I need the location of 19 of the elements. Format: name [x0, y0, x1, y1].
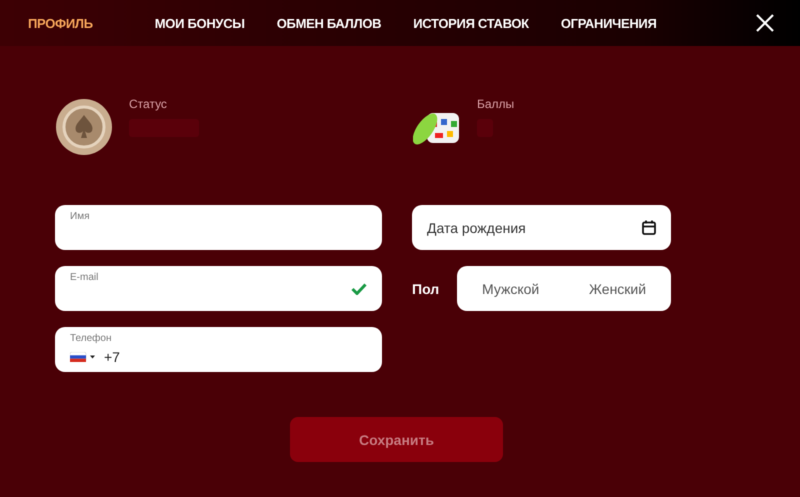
phone-prefix: +7 — [104, 349, 120, 365]
name-field[interactable]: Имя — [55, 205, 382, 250]
phone-field[interactable]: Телефон +7 — [55, 327, 382, 372]
tab[interactable]: ПРОФИЛЬ — [28, 16, 93, 30]
points-label: Баллы — [477, 97, 514, 111]
birthdate-field[interactable]: Дата рождения — [412, 205, 671, 250]
tab[interactable]: ОБМЕН БАЛЛОВ — [276, 16, 382, 30]
poker-chip-icon — [55, 98, 113, 156]
email-field[interactable]: E-mail — [55, 266, 382, 311]
tab[interactable]: ИСТОРИЯ СТАВОК — [413, 16, 529, 30]
gender-label: Пол — [412, 280, 440, 296]
gender-option[interactable]: Мужской — [457, 266, 564, 311]
status-label: Статус — [129, 97, 168, 111]
calendar-icon — [642, 220, 656, 235]
gender-option[interactable]: Женский — [564, 266, 671, 311]
close-icon[interactable] — [756, 14, 774, 32]
tab[interactable]: ОГРАНИЧЕНИЯ — [560, 16, 657, 30]
tab[interactable]: МОИ БОНУСЫ — [154, 16, 245, 30]
flag-icon[interactable] — [70, 352, 96, 362]
